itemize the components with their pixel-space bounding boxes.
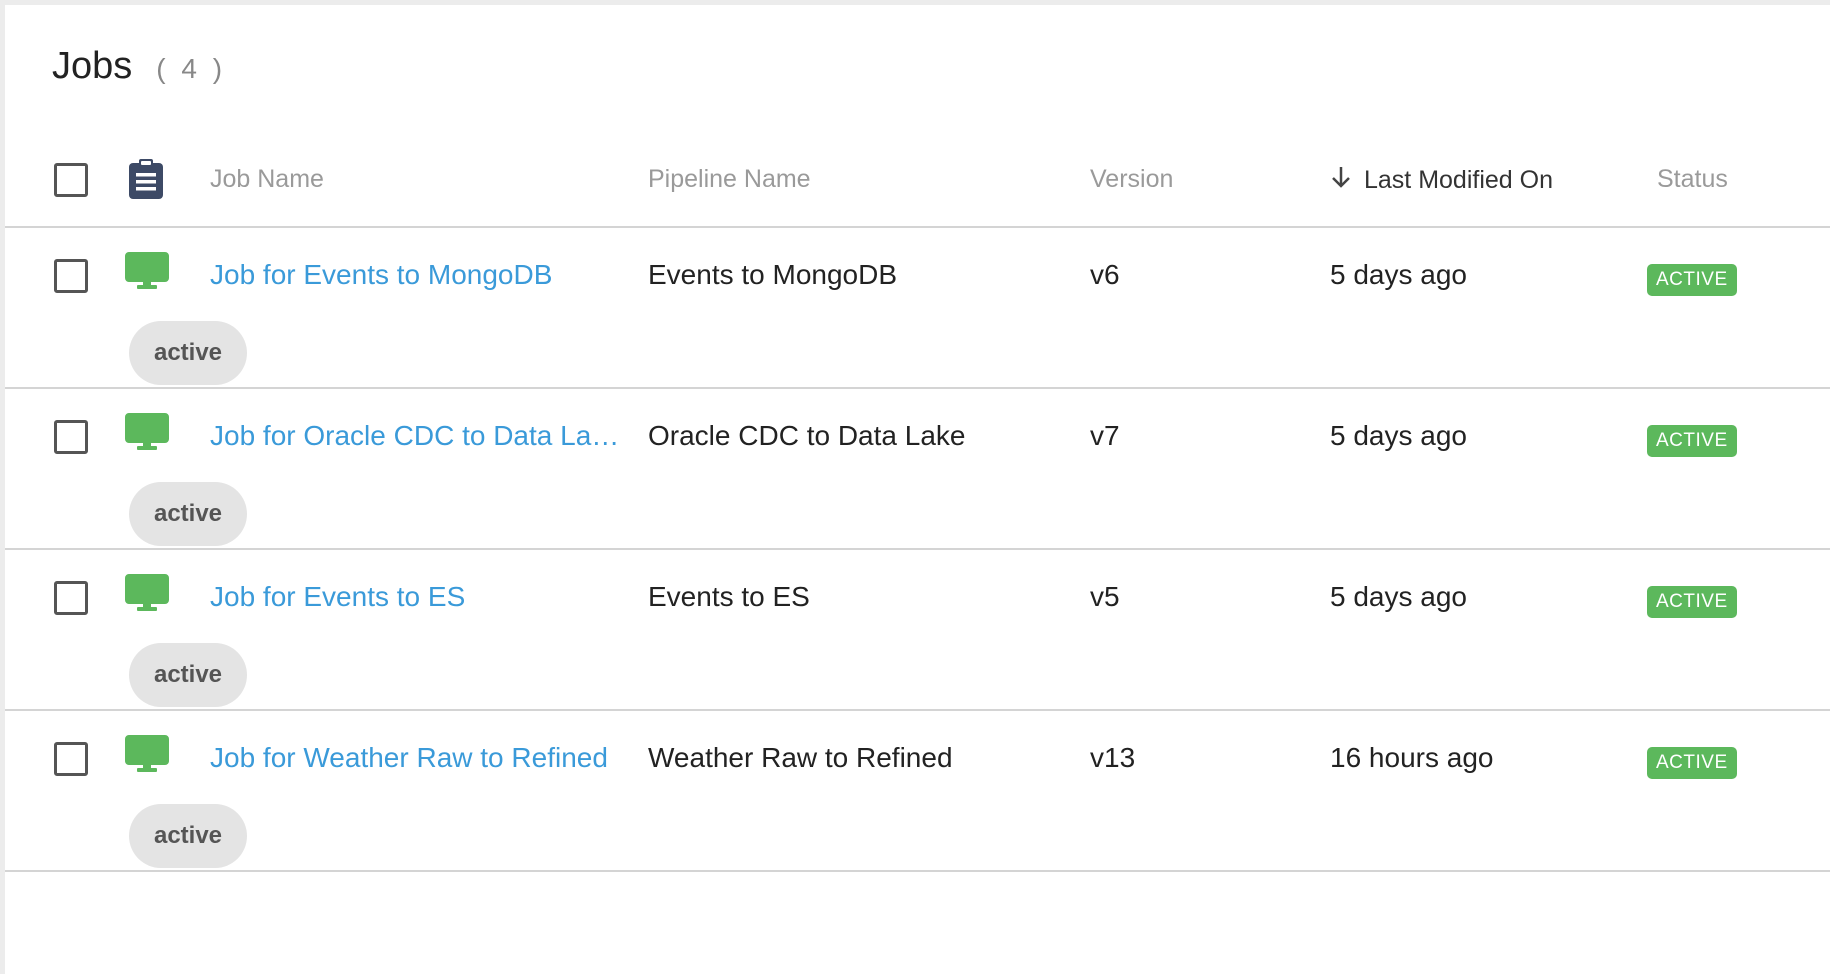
job-row: Job for Events to MongoDB Events to Mong…	[5, 228, 1830, 389]
job-count: ( 4 )	[156, 53, 227, 84]
job-row: Job for Events to ES Events to ES v5 5 d…	[5, 550, 1830, 711]
row-checkbox[interactable]	[54, 742, 88, 776]
version: v7	[1090, 420, 1120, 451]
monitor-icon	[125, 413, 169, 456]
clipboard-icon	[125, 157, 167, 206]
tag-chip[interactable]: active	[129, 804, 247, 868]
status-badge: ACTIVE	[1647, 425, 1737, 457]
column-header-status[interactable]: Status	[1657, 165, 1728, 194]
last-modified: 5 days ago	[1330, 581, 1467, 612]
version: v13	[1090, 742, 1136, 773]
column-header-pipeline-name[interactable]: Pipeline Name	[648, 165, 811, 194]
pipeline-name: Events to ES	[648, 581, 810, 612]
status-badge: ACTIVE	[1647, 586, 1737, 618]
tag-chip[interactable]: active	[129, 321, 247, 385]
page-header: Jobs ( 4 )	[52, 45, 226, 95]
job-name-link[interactable]: Job for Oracle CDC to Data La…	[210, 420, 635, 452]
last-modified: 16 hours ago	[1330, 742, 1494, 773]
version: v6	[1090, 259, 1120, 290]
select-all-checkbox[interactable]	[54, 163, 88, 197]
row-checkbox[interactable]	[54, 259, 88, 293]
job-name-link[interactable]: Job for Events to ES	[210, 581, 635, 613]
monitor-icon	[125, 252, 169, 295]
job-row: Job for Oracle CDC to Data La… Oracle CD…	[5, 389, 1830, 550]
jobs-panel: Jobs ( 4 ) Job Name Pipeline Name Versio…	[5, 5, 1830, 974]
tag-chip[interactable]: active	[129, 643, 247, 707]
status-badge: ACTIVE	[1647, 747, 1737, 779]
table-header: Job Name Pipeline Name Version Last Modi…	[5, 133, 1830, 228]
status-badge: ACTIVE	[1647, 264, 1737, 296]
last-modified: 5 days ago	[1330, 259, 1467, 290]
pipeline-name: Weather Raw to Refined	[648, 742, 953, 773]
job-row: Job for Weather Raw to Refined Weather R…	[5, 711, 1830, 872]
column-header-last-modified-label: Last Modified On	[1364, 166, 1553, 194]
last-modified: 5 days ago	[1330, 420, 1467, 451]
tag-chip[interactable]: active	[129, 482, 247, 546]
version: v5	[1090, 581, 1120, 612]
monitor-icon	[125, 574, 169, 617]
pipeline-name: Oracle CDC to Data Lake	[648, 420, 966, 451]
job-name-link[interactable]: Job for Weather Raw to Refined	[210, 742, 635, 774]
row-checkbox[interactable]	[54, 581, 88, 615]
row-checkbox[interactable]	[54, 420, 88, 454]
column-header-last-modified[interactable]: Last Modified On	[1330, 165, 1553, 196]
column-header-version[interactable]: Version	[1090, 165, 1173, 194]
page-title: Jobs	[52, 45, 133, 87]
job-name-link[interactable]: Job for Events to MongoDB	[210, 259, 635, 291]
column-header-job-name[interactable]: Job Name	[210, 165, 635, 194]
pipeline-name: Events to MongoDB	[648, 259, 898, 290]
monitor-icon	[125, 735, 169, 778]
arrow-down-icon	[1330, 165, 1352, 196]
